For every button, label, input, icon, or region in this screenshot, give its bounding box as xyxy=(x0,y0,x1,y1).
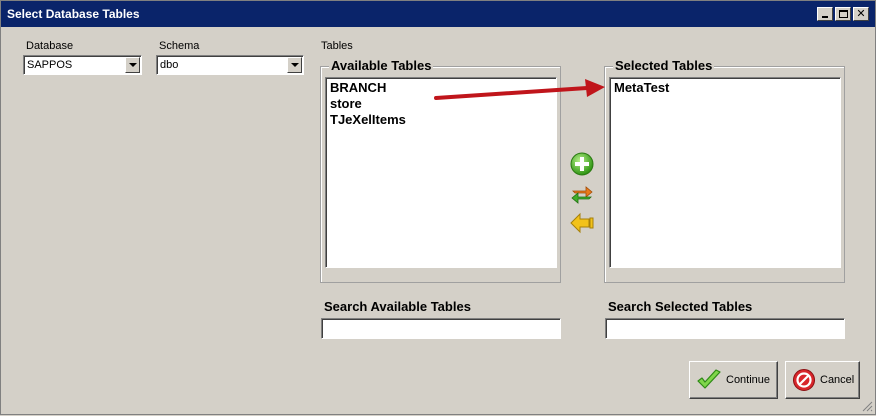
remove-table-button[interactable] xyxy=(569,210,595,236)
continue-label: Continue xyxy=(726,374,771,386)
select-database-tables-dialog: Select Database Tables ✕ Database SAPPOS… xyxy=(0,0,876,415)
minimize-icon xyxy=(822,16,828,18)
cancel-button[interactable]: Cancel xyxy=(785,361,860,399)
cancel-label: Cancel xyxy=(820,374,855,386)
list-item[interactable]: BRANCH xyxy=(330,80,552,96)
close-button[interactable]: ✕ xyxy=(853,7,869,21)
cancel-icon xyxy=(793,369,815,391)
list-item[interactable]: store xyxy=(330,96,552,112)
continue-button[interactable]: Continue xyxy=(689,361,778,399)
database-select[interactable]: SAPPOS xyxy=(23,55,142,75)
window-title: Select Database Tables xyxy=(7,7,140,21)
title-bar: Select Database Tables ✕ xyxy=(1,1,875,27)
available-tables-group: Available Tables BRANCH store TJeXelItem… xyxy=(320,58,561,283)
chevron-down-icon[interactable] xyxy=(125,57,140,73)
add-table-button[interactable] xyxy=(569,151,595,177)
search-selected-label: Search Selected Tables xyxy=(608,299,753,314)
tables-label: Tables xyxy=(321,40,353,52)
search-selected-input[interactable] xyxy=(605,318,845,339)
available-tables-list[interactable]: BRANCH store TJeXelItems xyxy=(325,77,557,268)
selected-tables-title: Selected Tables xyxy=(613,58,715,73)
close-icon: ✕ xyxy=(856,7,866,20)
available-tables-title: Available Tables xyxy=(329,58,434,73)
search-available-label: Search Available Tables xyxy=(324,299,471,314)
swap-arrows-icon xyxy=(571,186,593,204)
maximize-icon xyxy=(839,10,848,18)
search-available-input[interactable] xyxy=(321,318,561,339)
checkmark-icon xyxy=(697,369,721,389)
window-controls: ✕ xyxy=(817,7,869,21)
swap-tables-button[interactable] xyxy=(569,181,595,207)
minimize-button[interactable] xyxy=(817,7,833,21)
arrow-left-icon xyxy=(570,212,594,234)
database-value: SAPPOS xyxy=(27,59,73,71)
schema-select[interactable]: dbo xyxy=(156,55,304,75)
selected-tables-group: Selected Tables MetaTest xyxy=(604,58,845,283)
selected-tables-list[interactable]: MetaTest xyxy=(609,77,841,268)
maximize-button[interactable] xyxy=(835,7,851,21)
resize-grip-icon[interactable] xyxy=(861,400,873,412)
schema-label: Schema xyxy=(159,40,200,52)
schema-value: dbo xyxy=(160,59,179,71)
chevron-down-icon[interactable] xyxy=(287,57,302,73)
database-label: Database xyxy=(26,40,74,52)
list-item[interactable]: TJeXelItems xyxy=(330,112,552,128)
list-item[interactable]: MetaTest xyxy=(614,80,836,96)
plus-circle-icon xyxy=(570,152,594,176)
